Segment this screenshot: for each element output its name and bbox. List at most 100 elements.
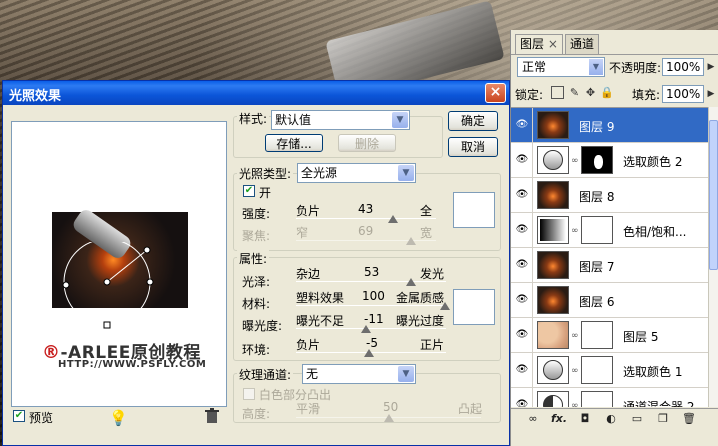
texture-channel-label: 纹理通道: bbox=[237, 366, 294, 383]
tab-layers[interactable]: 图层 × bbox=[515, 34, 563, 54]
eye-icon[interactable]: 👁 bbox=[515, 119, 529, 131]
light-type-label: 光照类型: bbox=[237, 165, 294, 182]
preview-area[interactable]: ®-ARLEE原创教程 HTTP://WWW.PSFLY.COM bbox=[11, 121, 227, 407]
layer-name[interactable]: 选取颜色 2 bbox=[623, 153, 682, 170]
adjustment-thumbnail bbox=[537, 391, 569, 407]
intensity-slider[interactable] bbox=[296, 218, 436, 219]
delete-button[interactable]: 删除 bbox=[338, 134, 396, 152]
eye-icon[interactable]: 👁 bbox=[515, 189, 529, 201]
adjustment-thumbnail bbox=[537, 216, 569, 244]
layer-row[interactable]: 👁 图层 6 bbox=[511, 283, 708, 318]
link-layers-icon[interactable]: ∞ bbox=[525, 411, 541, 427]
link-icon: ∞ bbox=[571, 226, 579, 236]
material-slider-thumb[interactable] bbox=[440, 302, 450, 310]
exposure-slider[interactable] bbox=[296, 328, 446, 329]
gloss-label: 光泽: bbox=[242, 275, 271, 289]
height-slider-thumb[interactable] bbox=[384, 414, 394, 422]
light-ellipse-handle[interactable] bbox=[52, 242, 162, 332]
material-slider[interactable] bbox=[296, 305, 446, 306]
eye-icon[interactable]: 👁 bbox=[515, 364, 529, 376]
exposure-slider-thumb[interactable] bbox=[361, 325, 371, 333]
ambience-slider-thumb[interactable] bbox=[364, 349, 374, 357]
layer-thumbnail bbox=[537, 251, 569, 279]
layer-row[interactable]: 👁 ∞ 图层 5 bbox=[511, 318, 708, 353]
cancel-button[interactable]: 取消 bbox=[448, 137, 498, 157]
layer-row[interactable]: 👁 图层 7 bbox=[511, 248, 708, 283]
new-layer-icon[interactable]: ❐ bbox=[655, 411, 671, 427]
trash-icon[interactable] bbox=[205, 408, 219, 424]
layer-row[interactable]: 👁 图层 9 bbox=[511, 108, 708, 143]
adjustment-layer-icon[interactable]: ◐ bbox=[603, 411, 619, 427]
lock-label: 锁定: bbox=[515, 88, 544, 102]
save-button[interactable]: 存储... bbox=[265, 134, 323, 152]
layer-row[interactable]: 👁 ∞ 色相/饱和... bbox=[511, 213, 708, 248]
adjustment-thumbnail bbox=[537, 356, 569, 384]
material-max-label: 金属质感 bbox=[396, 291, 445, 305]
dialog-titlebar[interactable]: 光照效果 × bbox=[3, 81, 509, 105]
intensity-slider-thumb[interactable] bbox=[388, 215, 398, 223]
lock-move-icon[interactable]: ✥ bbox=[584, 86, 597, 99]
ambience-min-label: 负片 bbox=[296, 338, 321, 352]
exposure-max-label: 曝光过度 bbox=[396, 314, 445, 328]
eye-icon[interactable]: 👁 bbox=[515, 224, 529, 236]
style-label: 样式: bbox=[237, 110, 270, 127]
layer-row[interactable]: 👁 ∞ 选取颜色 1 bbox=[511, 353, 708, 388]
gloss-min-label: 杂边 bbox=[296, 267, 321, 281]
new-group-icon[interactable]: ▭ bbox=[629, 411, 645, 427]
lock-brush-icon[interactable]: ✎ bbox=[568, 86, 581, 99]
ok-button[interactable]: 确定 bbox=[448, 111, 498, 131]
fill-input[interactable]: 100% bbox=[662, 85, 704, 103]
close-button[interactable]: × bbox=[485, 83, 506, 103]
eye-icon[interactable]: 👁 bbox=[515, 329, 529, 341]
properties-label: 属性: bbox=[237, 250, 270, 267]
lock-all-icon[interactable]: 🔒 bbox=[600, 86, 614, 99]
eye-icon[interactable]: 👁 bbox=[515, 154, 529, 166]
light-bulb-icon[interactable]: 💡 bbox=[109, 409, 128, 427]
blend-mode-select[interactable]: 正常 ▼ bbox=[517, 57, 605, 77]
layer-row[interactable]: 👁 ∞ 选取颜色 2 bbox=[511, 143, 708, 178]
layer-name[interactable]: 选取颜色 1 bbox=[623, 363, 682, 380]
scrollbar-thumb[interactable] bbox=[709, 120, 718, 270]
focus-slider-thumb[interactable] bbox=[406, 237, 416, 245]
light-type-select[interactable]: 全光源 ▼ bbox=[297, 163, 416, 183]
eye-icon[interactable]: 👁 bbox=[515, 259, 529, 271]
layer-name[interactable]: 图层 5 bbox=[623, 328, 658, 345]
delete-layer-icon[interactable]: 🗑 bbox=[681, 411, 697, 427]
layer-name[interactable]: 图层 8 bbox=[579, 188, 614, 205]
fill-arrow-icon[interactable]: ▶ bbox=[705, 85, 717, 103]
add-mask-icon[interactable]: ◘ bbox=[577, 411, 593, 427]
layer-row[interactable]: 👁 图层 8 bbox=[511, 178, 708, 213]
eye-icon[interactable]: 👁 bbox=[515, 399, 529, 407]
light-color-swatch[interactable] bbox=[453, 192, 495, 228]
style-select[interactable]: 默认值 ▼ bbox=[271, 110, 410, 130]
tab-divider bbox=[511, 54, 718, 55]
layer-name[interactable]: 图层 6 bbox=[579, 293, 614, 310]
fx-icon[interactable]: fx. bbox=[551, 411, 567, 427]
gloss-slider[interactable] bbox=[296, 281, 446, 282]
texture-channel-select[interactable]: 无 ▼ bbox=[302, 364, 416, 384]
layer-name[interactable]: 图层 7 bbox=[579, 258, 614, 275]
layer-thumbnail bbox=[537, 321, 569, 349]
layer-name[interactable]: 通道混合器 2 bbox=[623, 398, 694, 407]
intensity-label: 强度: bbox=[242, 207, 271, 221]
opacity-arrow-icon[interactable]: ▶ bbox=[705, 58, 717, 76]
ambience-color-swatch[interactable] bbox=[453, 289, 495, 325]
height-value: 50 bbox=[383, 400, 399, 414]
opacity-label: 不透明度: bbox=[609, 61, 662, 75]
layers-bottom-toolbar: ∞ fx. ◘ ◐ ▭ ❐ 🗑 bbox=[511, 408, 718, 428]
layer-row[interactable]: 👁 ∞ 通道混合器 2 bbox=[511, 388, 708, 407]
lock-transparency-icon[interactable] bbox=[551, 86, 564, 99]
tab-channels[interactable]: 通道 bbox=[565, 34, 600, 54]
ambience-label: 环境: bbox=[242, 343, 271, 357]
white-high-label: 白色部分凸出 bbox=[259, 388, 332, 402]
layer-name[interactable]: 色相/饱和... bbox=[623, 223, 687, 240]
white-high-checkbox[interactable] bbox=[243, 388, 255, 400]
gloss-slider-thumb[interactable] bbox=[406, 278, 416, 286]
eye-icon[interactable]: 👁 bbox=[515, 294, 529, 306]
preview-checkbox[interactable]: ✔ bbox=[13, 410, 25, 422]
watermark-url: HTTP://WWW.PSFLY.COM bbox=[58, 359, 207, 370]
opacity-input[interactable]: 100% bbox=[662, 58, 704, 76]
light-on-checkbox[interactable]: ✔ bbox=[243, 185, 255, 197]
layer-name[interactable]: 图层 9 bbox=[579, 118, 614, 135]
fill-label: 填充: bbox=[632, 88, 661, 102]
